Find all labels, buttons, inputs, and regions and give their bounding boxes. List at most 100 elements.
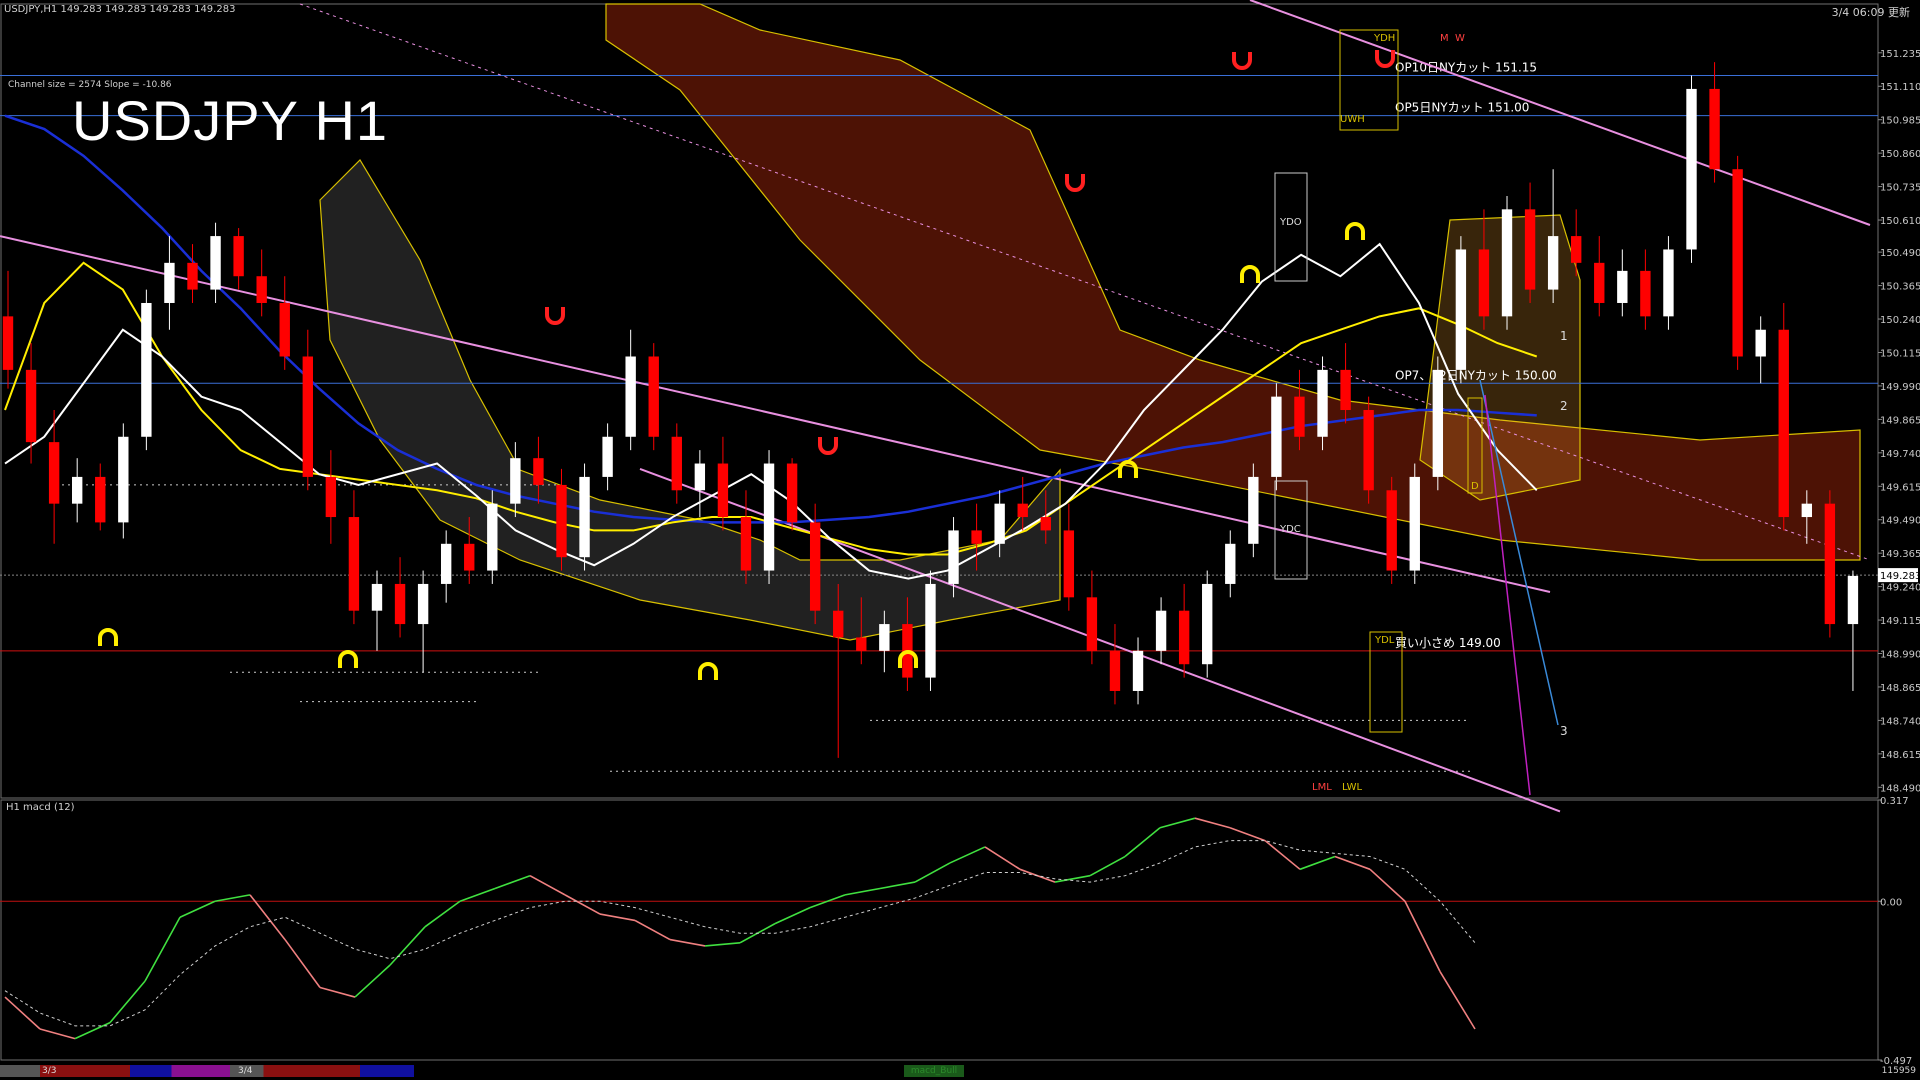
macd-segment xyxy=(564,894,601,915)
macd-segment xyxy=(1439,971,1476,1030)
macd-segment xyxy=(354,964,391,998)
period-tab-3[interactable] xyxy=(360,1065,414,1077)
bull-candle xyxy=(371,583,383,611)
bear-candle xyxy=(833,610,844,638)
macd-segment xyxy=(634,919,671,941)
bull-candle xyxy=(1663,249,1674,317)
macd-segment xyxy=(214,894,251,903)
macd-segment xyxy=(844,887,881,896)
y-tick-label: 149.115 xyxy=(1880,616,1920,627)
macd-segment xyxy=(1159,817,1196,829)
macd-segment xyxy=(1089,855,1126,877)
annotation-ydc: YDC xyxy=(1279,524,1301,535)
option-level-label: 買い小さめ 149.00 xyxy=(1395,636,1501,650)
macd-segment xyxy=(669,938,706,947)
bear-candle xyxy=(1594,262,1605,303)
bear-candle xyxy=(1086,597,1098,651)
bear-candle xyxy=(302,356,313,477)
horseshoe-marker-up xyxy=(698,662,718,680)
bull-candle xyxy=(1755,329,1766,357)
bear-candle xyxy=(1478,249,1490,317)
bear-candle xyxy=(809,522,821,611)
projection-label-3: 3 xyxy=(1560,724,1568,738)
horseshoe-marker-down xyxy=(1065,174,1085,192)
bear-candle xyxy=(1640,270,1651,317)
bear-candle xyxy=(1017,503,1028,518)
bear-candle xyxy=(256,276,267,303)
y-tick-label: 150.985 xyxy=(1880,116,1920,127)
projection-label-2: 2 xyxy=(1560,399,1568,413)
bear-candle xyxy=(1109,650,1121,691)
macd-segment xyxy=(1229,827,1266,842)
annotation-lwl: LWL xyxy=(1342,782,1363,793)
volume-readout: 115959 xyxy=(1881,1066,1916,1076)
bull-candle xyxy=(1547,236,1559,290)
bull-candle xyxy=(1455,249,1467,370)
macd-segment xyxy=(74,1021,111,1040)
bull-candle xyxy=(925,583,936,678)
symbol-label: USDJPY,H1 xyxy=(4,4,58,15)
bear-candle xyxy=(394,583,406,625)
status-tab[interactable]: macd_Bull xyxy=(904,1065,964,1077)
period-tab-2[interactable]: 3/4 xyxy=(230,1065,364,1077)
y-tick-label: 151.110 xyxy=(1880,82,1920,93)
macd-segment xyxy=(1369,868,1406,902)
bull-candle xyxy=(763,463,775,571)
projection-label-1: 1 xyxy=(1560,329,1568,343)
y-tick-label: 148.490 xyxy=(1880,783,1920,794)
bear-candle xyxy=(279,302,290,357)
bull-candle xyxy=(879,624,890,651)
y-tick-label: 150.115 xyxy=(1880,348,1920,359)
macd-segment xyxy=(39,1028,76,1040)
annotation-lml: LML xyxy=(1312,782,1332,793)
bear-candle xyxy=(1571,236,1582,263)
macd-segment xyxy=(1264,839,1301,870)
y-tick-label: 150.240 xyxy=(1880,315,1920,326)
price-chart[interactable]: OP10日NYカット 151.15 OP5日NYカット 151.00 OP7、12日… xyxy=(0,0,1920,1080)
macd-segment xyxy=(1404,900,1441,972)
macd-segment xyxy=(179,900,216,918)
bull-candle xyxy=(1317,369,1328,437)
macd-segment xyxy=(1194,817,1231,829)
bull-candle xyxy=(440,543,452,584)
macd-segment xyxy=(774,906,811,925)
bull-candle xyxy=(417,583,429,625)
bear-candle xyxy=(187,262,198,290)
y-tick-label: 150.735 xyxy=(1880,183,1920,194)
bull-candle xyxy=(141,302,152,437)
y-tick-label: 150.490 xyxy=(1880,248,1920,259)
bear-candle xyxy=(1363,410,1374,491)
option-level-label: OP10日NYカット 151.15 xyxy=(1395,61,1537,75)
bear-candle xyxy=(856,637,867,651)
horseshoe-marker-down xyxy=(1232,52,1252,70)
annotation-ydh: YDH xyxy=(1373,33,1395,44)
bear-candle xyxy=(1040,517,1051,531)
y-tick-label: 148.865 xyxy=(1880,683,1920,694)
bull-candle xyxy=(1248,476,1259,544)
period-tab-strip[interactable] xyxy=(130,1065,234,1077)
bull-candle xyxy=(164,262,175,303)
bull-candle xyxy=(625,356,636,437)
current-price-label: 149.283 xyxy=(1880,571,1920,582)
y-tick-label: 148.990 xyxy=(1880,650,1920,661)
period-tab-1[interactable]: 3/3 xyxy=(0,1065,134,1077)
option-level-label: OP5日NYカット 151.00 xyxy=(1395,101,1529,115)
y-tick-label: 149.865 xyxy=(1880,415,1920,426)
horseshoe-marker-up xyxy=(1345,222,1365,240)
bull-candle xyxy=(694,463,706,491)
bear-candle xyxy=(48,442,60,504)
bear-candle xyxy=(671,436,682,491)
macd-segment xyxy=(599,913,636,922)
y-tick-label: 151.235 xyxy=(1880,49,1920,60)
bear-candle xyxy=(1778,329,1789,518)
bear-candle xyxy=(2,316,14,370)
bull-candle xyxy=(487,503,498,571)
macd-segment xyxy=(879,881,916,890)
macd-segment xyxy=(144,916,181,982)
symbol-info: USDJPY,H1 149.283 149.283 149.283 149.28… xyxy=(4,4,235,15)
bull-candle xyxy=(510,458,521,504)
macd-segment xyxy=(984,846,1021,870)
macd-segment xyxy=(424,900,461,928)
bull-candle xyxy=(1132,650,1144,691)
bear-candle xyxy=(95,476,106,523)
